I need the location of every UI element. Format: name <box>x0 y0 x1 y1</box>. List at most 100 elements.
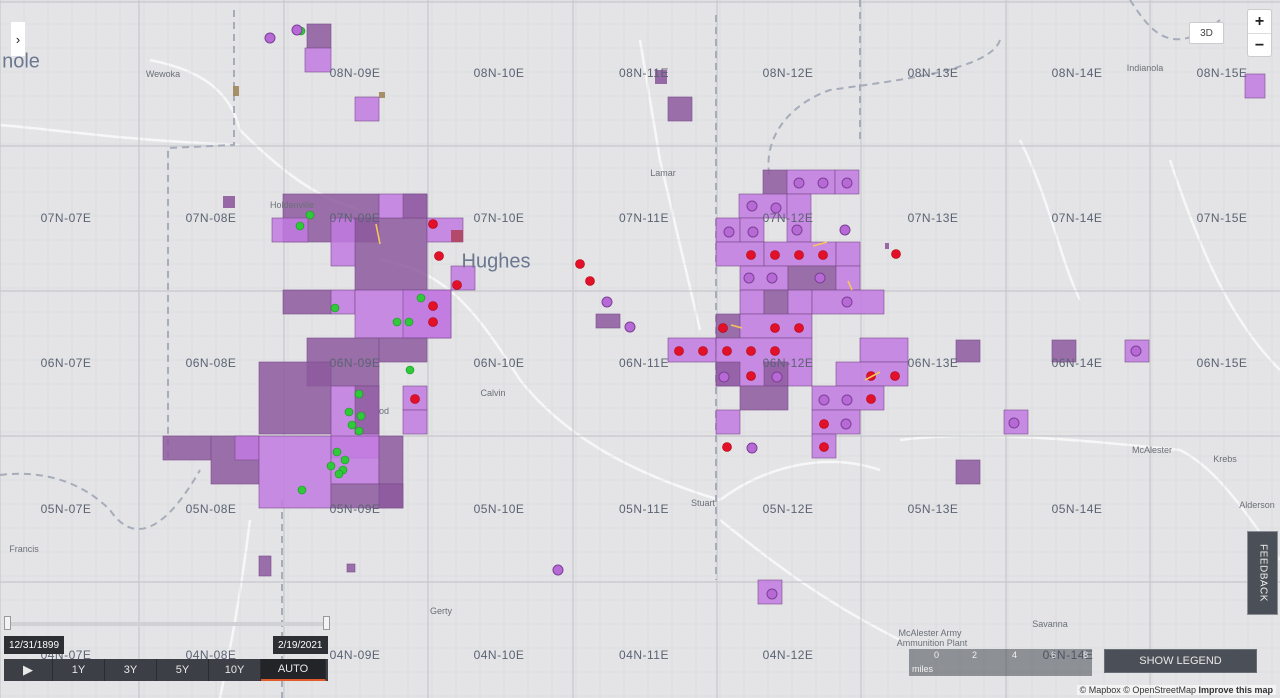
well-permit[interactable] <box>624 321 636 333</box>
well-active[interactable] <box>746 250 756 260</box>
well-producing[interactable] <box>340 455 350 465</box>
lease-tract[interactable] <box>715 409 741 435</box>
well-producing[interactable] <box>334 469 344 479</box>
lease-tract[interactable] <box>859 337 909 363</box>
lease-tract[interactable] <box>402 289 452 339</box>
well-active[interactable] <box>698 346 708 356</box>
well-active[interactable] <box>434 251 444 261</box>
well-producing[interactable] <box>354 389 364 399</box>
well-active[interactable] <box>575 259 585 269</box>
lease-tract[interactable] <box>258 435 332 509</box>
lease-tract[interactable] <box>787 265 837 291</box>
zoom-out-button[interactable]: − <box>1248 34 1271 57</box>
lease-tract[interactable] <box>304 47 332 73</box>
well-producing[interactable] <box>297 485 307 495</box>
well-active[interactable] <box>794 323 804 333</box>
well-active[interactable] <box>891 249 901 259</box>
lease-tract[interactable] <box>378 483 404 509</box>
well-active[interactable] <box>746 346 756 356</box>
lease-tract[interactable] <box>354 96 380 122</box>
lease-tract[interactable] <box>595 313 621 329</box>
well-permit[interactable] <box>552 564 564 576</box>
well-active[interactable] <box>452 280 462 290</box>
well-permit[interactable] <box>601 296 613 308</box>
well-active[interactable] <box>722 442 732 452</box>
span-auto-button[interactable]: AUTO <box>261 659 326 681</box>
lease-tract[interactable] <box>762 169 788 195</box>
well-active[interactable] <box>428 317 438 327</box>
span-1y-button[interactable]: 1Y <box>53 659 105 681</box>
well-active[interactable] <box>818 250 828 260</box>
well-producing[interactable] <box>392 317 402 327</box>
lease-tract[interactable] <box>739 385 789 411</box>
lease-tract[interactable] <box>271 217 309 243</box>
mapbox-attribution[interactable]: © Mapbox <box>1080 685 1121 695</box>
lease-parcel[interactable] <box>379 92 385 98</box>
well-active[interactable] <box>718 323 728 333</box>
lease-tract[interactable] <box>378 337 428 363</box>
well-permit[interactable] <box>839 224 851 236</box>
well-active[interactable] <box>410 394 420 404</box>
well-permit[interactable] <box>766 272 778 284</box>
zoom-in-button[interactable]: + <box>1248 10 1271 34</box>
well-permit[interactable] <box>793 177 805 189</box>
lease-tract[interactable] <box>330 217 356 267</box>
well-producing[interactable] <box>326 461 336 471</box>
lease-tract[interactable] <box>739 289 765 315</box>
span-5y-button[interactable]: 5Y <box>157 659 209 681</box>
well-permit[interactable] <box>818 394 830 406</box>
toggle-3d-button[interactable]: 3D <box>1189 22 1224 44</box>
well-active[interactable] <box>819 419 829 429</box>
osm-attribution[interactable]: © OpenStreetMap <box>1123 685 1196 695</box>
timeline-track[interactable] <box>6 622 330 626</box>
well-permit[interactable] <box>841 394 853 406</box>
well-active[interactable] <box>794 250 804 260</box>
lease-parcel[interactable] <box>233 86 239 96</box>
well-active[interactable] <box>428 301 438 311</box>
lease-tract[interactable] <box>763 289 789 315</box>
expand-panel-button[interactable]: › <box>11 22 25 56</box>
well-producing[interactable] <box>347 420 357 430</box>
well-permit[interactable] <box>841 296 853 308</box>
well-producing[interactable] <box>405 365 415 375</box>
lease-tract[interactable] <box>955 459 981 485</box>
well-permit[interactable] <box>746 442 758 454</box>
well-permit[interactable] <box>841 177 853 189</box>
lease-tract[interactable] <box>378 435 404 485</box>
well-producing[interactable] <box>354 426 364 436</box>
play-button[interactable]: ▶ <box>4 659 53 681</box>
well-active[interactable] <box>770 323 780 333</box>
well-permit[interactable] <box>791 224 803 236</box>
lease-tract[interactable] <box>835 265 861 291</box>
well-permit[interactable] <box>264 32 276 44</box>
lease-tract[interactable] <box>715 241 765 267</box>
lease-tract[interactable] <box>258 555 272 577</box>
lease-tract[interactable] <box>258 361 332 435</box>
lease-tract[interactable] <box>234 435 260 461</box>
lease-tract[interactable] <box>306 23 332 49</box>
well-permit[interactable] <box>766 588 778 600</box>
well-active[interactable] <box>722 346 732 356</box>
well-permit[interactable] <box>723 226 735 238</box>
well-active[interactable] <box>770 346 780 356</box>
well-active[interactable] <box>819 442 829 452</box>
well-active[interactable] <box>770 250 780 260</box>
span-10y-button[interactable]: 10Y <box>209 659 261 681</box>
well-producing[interactable] <box>305 210 315 220</box>
well-producing[interactable] <box>356 411 366 421</box>
lease-tract[interactable] <box>162 435 212 461</box>
lease-parcel[interactable] <box>451 230 463 242</box>
lease-tract[interactable] <box>787 289 813 315</box>
well-permit[interactable] <box>746 200 758 212</box>
well-permit[interactable] <box>1130 345 1142 357</box>
lease-tract[interactable] <box>667 96 693 122</box>
well-producing[interactable] <box>404 317 414 327</box>
map-canvas[interactable] <box>0 0 1280 698</box>
well-permit[interactable] <box>817 177 829 189</box>
timeline-start-handle[interactable] <box>4 616 11 630</box>
well-producing[interactable] <box>295 221 305 231</box>
well-active[interactable] <box>585 276 595 286</box>
well-permit[interactable] <box>840 418 852 430</box>
lease-tract[interactable] <box>354 217 428 291</box>
feedback-button[interactable]: FEEDBACK <box>1247 531 1278 615</box>
